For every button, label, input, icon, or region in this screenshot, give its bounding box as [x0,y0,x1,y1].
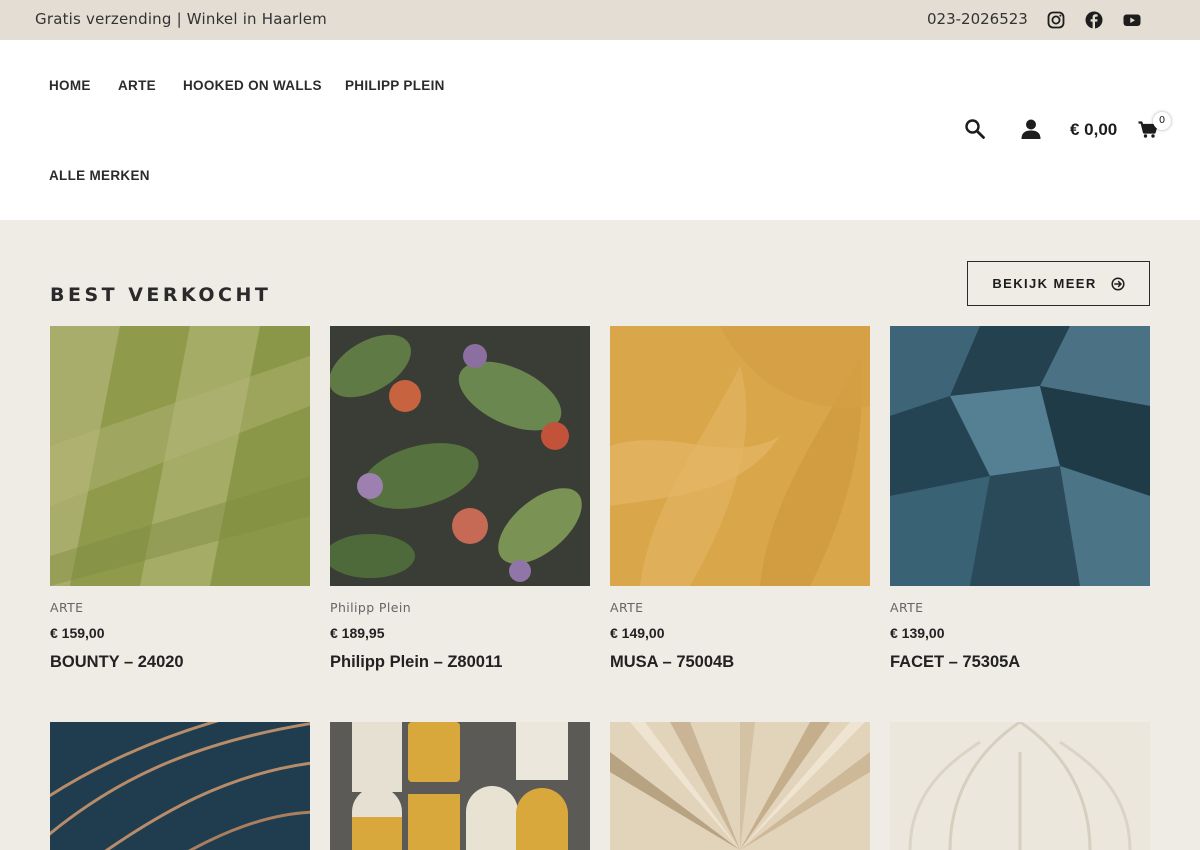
youtube-icon[interactable] [1123,11,1141,29]
section-title: BEST VERKOCHT [50,284,272,306]
product-name[interactable]: Philipp Plein – Z80011 [330,653,502,672]
product-image[interactable] [330,326,590,586]
user-icon[interactable] [1020,118,1042,140]
site-header: HOME ARTE HOOKED ON WALLS PHILIPP PLEIN … [0,40,1200,220]
product-brand: Philipp Plein [330,600,412,615]
facebook-icon[interactable] [1085,11,1103,29]
product-image[interactable] [610,326,870,586]
product-image[interactable] [890,722,1150,850]
product-price: € 189,95 [330,625,385,641]
product-card[interactable]: ARTE € 149,00 MUSA – 75004B [610,326,870,671]
cart-total[interactable]: € 0,00 [1070,120,1117,140]
product-name[interactable]: MUSA – 75004B [610,653,734,672]
phone-number[interactable]: 023-2026523 [927,10,1028,28]
nav-philipp-plein[interactable]: PHILIPP PLEIN [345,78,445,93]
product-price: € 159,00 [50,625,105,641]
product-card[interactable]: ARTE € 139,00 FACET – 75305A [890,326,1150,671]
product-card[interactable] [50,722,310,850]
product-price: € 139,00 [890,625,945,641]
product-card[interactable]: ARTE € 159,00 BOUNTY – 24020 [50,326,310,671]
product-image[interactable] [610,722,870,850]
product-brand: ARTE [890,600,924,615]
instagram-icon[interactable] [1047,11,1065,29]
top-bar: Gratis verzending | Winkel in Haarlem 02… [0,0,1200,40]
product-brand: ARTE [610,600,644,615]
product-name[interactable]: FACET – 75305A [890,653,1020,672]
nav-arte[interactable]: ARTE [118,78,156,93]
promo-text: Gratis verzending | Winkel in Haarlem [35,10,327,28]
product-price: € 149,00 [610,625,665,641]
product-brand: ARTE [50,600,84,615]
product-image[interactable] [890,326,1150,586]
nav-alle-merken[interactable]: ALLE MERKEN [49,168,150,183]
nav-home[interactable]: HOME [49,78,91,93]
cart-count-badge: 0 [1153,112,1171,130]
nav-hooked-on-walls[interactable]: HOOKED ON WALLS [183,78,322,93]
view-more-label: BEKIJK MEER [992,276,1097,291]
product-card[interactable] [890,722,1150,850]
view-more-button[interactable]: BEKIJK MEER [967,261,1150,306]
arrow-circle-icon [1111,276,1125,291]
product-card[interactable] [610,722,870,850]
product-card[interactable] [330,722,590,850]
product-card[interactable]: Philipp Plein € 189,95 Philipp Plein – Z… [330,326,590,671]
product-image[interactable] [50,722,310,850]
product-image[interactable] [50,326,310,586]
search-icon[interactable] [964,118,986,140]
product-name[interactable]: BOUNTY – 24020 [50,653,184,672]
product-image[interactable] [330,722,590,850]
